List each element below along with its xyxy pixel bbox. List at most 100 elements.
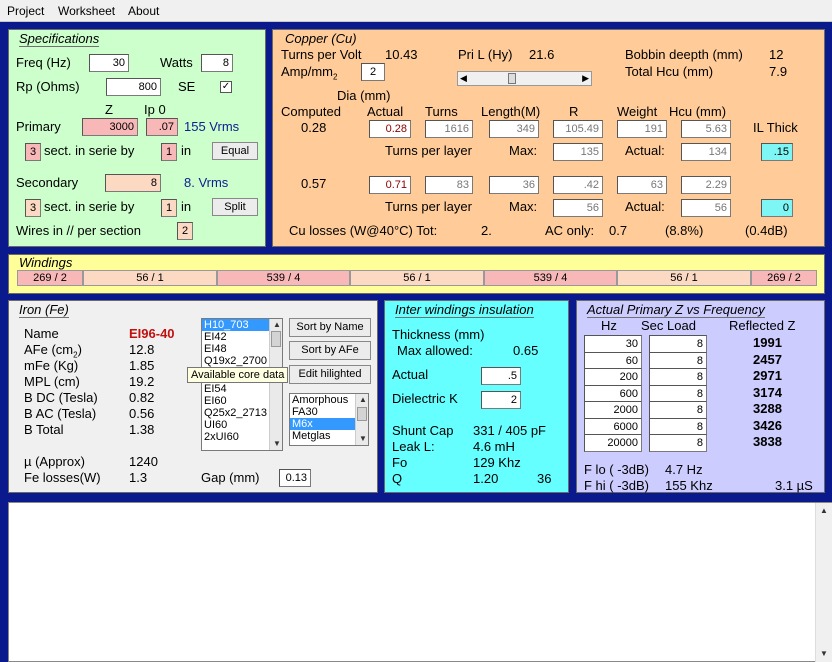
winding-cell[interactable]: 269 / 2 <box>751 270 817 286</box>
slider-thumb[interactable] <box>508 73 516 84</box>
cu-losses-label: Cu losses (W@40°C) Tot: <box>289 223 438 238</box>
secondary-il-thick-input[interactable]: 0 <box>761 199 793 217</box>
secondary-by-input[interactable]: 1 <box>161 199 177 217</box>
dia-label: Dia (mm) <box>337 88 391 103</box>
secondary-z-input[interactable]: 8 <box>105 174 161 192</box>
winding-cell[interactable]: 56 / 1 <box>350 270 484 286</box>
gap-label: Gap (mm) <box>201 470 260 485</box>
secondary-turns: 83 <box>425 176 473 194</box>
sec-load-input[interactable]: 8 <box>649 434 707 452</box>
scroll-up-icon[interactable]: ▲ <box>816 503 832 519</box>
amp-label: Amp/mm2 <box>281 64 338 82</box>
watts-input[interactable]: 8 <box>201 54 233 72</box>
r-header: R <box>569 104 579 119</box>
ip0-header: Ip 0 <box>144 102 166 117</box>
edit-highlighted-button[interactable]: Edit hilighted <box>289 365 371 384</box>
iron-panel: Iron (Fe) Name EI96-40 AFe (cm2) 12.8 mF… <box>8 300 378 493</box>
primary-by-input[interactable]: 1 <box>161 143 177 161</box>
material-list[interactable]: Amorphous FA30 M6x Metglas ▲ ▼ <box>289 393 369 446</box>
amp-input[interactable]: 2 <box>361 63 385 81</box>
gap-input[interactable]: 0.13 <box>279 469 311 487</box>
hz-input[interactable]: 30 <box>584 335 642 353</box>
mfe-value: 1.85 <box>129 358 155 373</box>
actual-thickness-input[interactable]: .5 <box>481 367 521 385</box>
se-checkbox[interactable]: ✓ <box>220 81 232 93</box>
bdc-label: B DC (Tesla) <box>24 390 98 405</box>
hz-input[interactable]: 20000 <box>584 434 642 452</box>
weight-header: Weight <box>617 104 658 119</box>
core-list-tooltip: Available core data <box>187 367 289 383</box>
primary-max-label: Max: <box>509 143 538 158</box>
scroll-down-icon[interactable]: ▼ <box>356 433 368 445</box>
bac-label: B AC (Tesla) <box>24 406 97 421</box>
reflected-z-value: 3426 <box>753 418 782 433</box>
reflected-z-value: 3838 <box>753 434 782 449</box>
scroll-thumb[interactable] <box>357 407 367 421</box>
primary-ip0-input[interactable]: .07 <box>146 118 178 136</box>
scroll-down-icon[interactable]: ▼ <box>270 438 282 450</box>
menu-worksheet[interactable]: Worksheet <box>58 4 115 18</box>
secondary-actual-dia-input[interactable]: 0.71 <box>369 176 411 194</box>
iron-title: Iron (Fe) <box>19 302 69 318</box>
slider-right-arrow[interactable]: ▶ <box>582 73 589 84</box>
menu-project[interactable]: Project <box>7 4 44 18</box>
core-list-scrollbar[interactable]: ▲ ▼ <box>269 319 282 450</box>
sort-by-afe-button[interactable]: Sort by AFe <box>289 341 371 360</box>
shunt-cap-label: Shunt Cap <box>392 423 454 438</box>
wires-label: Wires in // per section <box>16 223 141 238</box>
mu-value: 1240 <box>129 454 158 469</box>
leak-l-value: 4.6 mH <box>473 439 515 454</box>
scroll-down-icon[interactable]: ▼ <box>816 646 832 662</box>
winding-cell[interactable]: 56 / 1 <box>83 270 217 286</box>
material-list-scrollbar[interactable]: ▲ ▼ <box>355 394 368 445</box>
freq-input[interactable]: 30 <box>89 54 129 72</box>
notes-scrollbar[interactable]: ▲ ▼ <box>815 503 832 662</box>
amp-slider[interactable]: ◀ ▶ <box>457 71 592 86</box>
wires-input[interactable]: 2 <box>177 222 193 240</box>
ac-only-value: 0.7 <box>609 223 628 238</box>
max-allowed-label: Max allowed: <box>397 343 473 358</box>
f-hi-value: 155 Khz <box>665 478 713 493</box>
hz-input[interactable]: 2000 <box>584 401 642 419</box>
primary-tpl-label: Turns per layer <box>385 143 472 158</box>
slider-left-arrow[interactable]: ◀ <box>460 73 467 84</box>
btotal-label: B Total <box>24 422 64 437</box>
afe-value: 12.8 <box>129 342 155 357</box>
primary-actual-dia-input[interactable]: 0.28 <box>369 120 411 138</box>
scroll-up-icon[interactable]: ▲ <box>356 394 368 406</box>
winding-cell[interactable]: 539 / 4 <box>217 270 350 286</box>
freq-label: Freq (Hz) <box>16 55 71 70</box>
dielectric-input[interactable]: 2 <box>481 391 521 409</box>
watts-label: Watts <box>160 55 193 70</box>
sec-load-input[interactable]: 8 <box>649 368 707 386</box>
scroll-up-icon[interactable]: ▲ <box>270 319 282 331</box>
primary-vrms: 155 Vrms <box>184 119 240 134</box>
sec-load-input[interactable]: 8 <box>649 335 707 353</box>
winding-cell[interactable]: 539 / 4 <box>484 270 617 286</box>
f-hi-label: F hi ( -3dB) <box>584 478 650 493</box>
core-list[interactable]: H10_703 EI42 EI48 Q19x2_2700 EI54 EI60 Q… <box>201 318 283 451</box>
actual-thickness-label: Actual <box>392 367 429 382</box>
winding-cell[interactable]: 269 / 2 <box>17 270 83 286</box>
rp-input[interactable]: 800 <box>106 78 161 96</box>
secondary-sections-input[interactable]: 3 <box>25 199 41 217</box>
frequency-title: Actual Primary Z vs Frequency <box>587 302 765 318</box>
primary-z-input[interactable]: 3000 <box>82 118 138 136</box>
winding-cell[interactable]: 56 / 1 <box>617 270 751 286</box>
sort-by-name-button[interactable]: Sort by Name <box>289 318 371 337</box>
menu-about[interactable]: About <box>128 4 159 18</box>
primary-il-thick-input[interactable]: .15 <box>761 143 793 161</box>
hz-input[interactable]: 200 <box>584 368 642 386</box>
total-hcu-label: Total Hcu (mm) <box>625 64 714 79</box>
core-name-value: EI96-40 <box>129 326 175 341</box>
secondary-computed-dia: 0.57 <box>301 176 327 191</box>
notes-textarea[interactable] <box>8 502 832 662</box>
primary-sect-label: sect. in serie by <box>44 143 135 158</box>
equal-button[interactable]: Equal <box>212 142 258 160</box>
primary-sections-input[interactable]: 3 <box>25 143 41 161</box>
ac-only-percent: (8.8%) <box>665 223 704 238</box>
primary-turns: 1616 <box>425 120 473 138</box>
split-button[interactable]: Split <box>212 198 258 216</box>
sec-load-input[interactable]: 8 <box>649 401 707 419</box>
scroll-thumb[interactable] <box>271 331 281 347</box>
